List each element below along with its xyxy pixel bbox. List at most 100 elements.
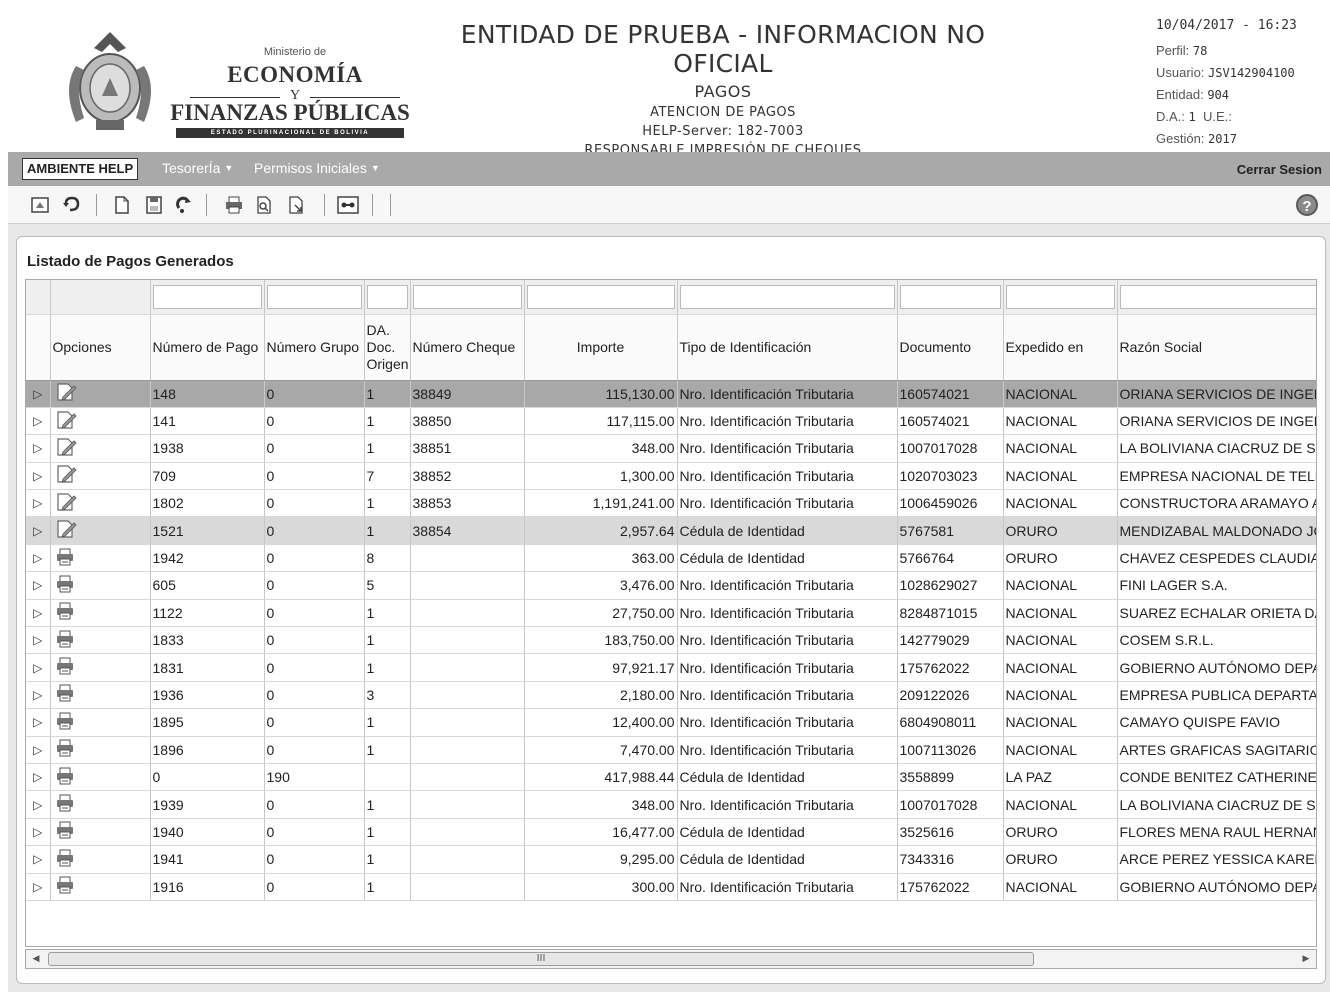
column-header-numero-grupo[interactable]: Número Grupo [264,314,365,381]
table-row[interactable]: ▷ 148 0 1 38849 115,130.00 Nro. Identificación… [26,380,1316,408]
column-header-documento[interactable]: Documento [897,314,1004,381]
print-icon[interactable] [50,736,151,764]
column-header-expedido-en[interactable]: Expedido en [1003,314,1118,381]
table-row[interactable]: ▷ 605 0 5 3,476.00 Nro. Identificación Tribut… [26,571,1316,600]
edit-icon[interactable] [50,407,151,436]
new-document-icon[interactable] [110,193,134,217]
scroll-right-icon[interactable]: ▶ [1296,950,1316,968]
cell-numero-grupo: 0 [264,599,365,628]
row-expand-icon[interactable]: ▷ [26,599,51,628]
row-expand-icon[interactable]: ▷ [26,516,51,545]
row-expand-icon[interactable]: ▷ [26,380,51,408]
table-row[interactable]: ▷ 1802 0 1 38853 1,191,241.00 Nro. Identificac… [26,489,1316,518]
row-expand-icon[interactable]: ▷ [26,544,51,573]
row-expand-icon[interactable]: ▷ [26,407,51,436]
table-row[interactable]: ▷ 1521 0 1 38854 2,957.64 Cédula de Identidad 5… [26,516,1316,545]
edit-icon[interactable] [50,380,151,408]
table-row[interactable]: ▷ 1942 0 8 363.00 Cédula de Identidad 5766764 O… [26,544,1316,573]
scroll-left-icon[interactable]: ◀ [26,950,46,968]
table-row[interactable]: ▷ 1896 0 1 7,470.00 Nro. Identificación Tribu… [26,736,1316,764]
row-expand-icon[interactable]: ▷ [26,626,51,655]
row-expand-icon[interactable]: ▷ [26,873,51,901]
logout-link[interactable]: Cerrar Sesion [1237,162,1322,177]
print-icon[interactable] [50,599,151,628]
table-row[interactable]: ▷ 1941 0 1 9,295.00 Cédula de Identidad 734331… [26,845,1316,874]
row-expand-icon[interactable]: ▷ [26,818,51,847]
horizontal-scrollbar[interactable]: ◀ III ▶ [25,949,1317,969]
edit-icon[interactable] [50,434,151,463]
table-row[interactable]: ▷ 1831 0 1 97,921.17 Nro. Identificación Trib… [26,653,1316,682]
undo-icon[interactable] [60,193,84,217]
filter-numero-grupo-input[interactable] [266,284,362,309]
row-expand-icon[interactable]: ▷ [26,790,51,819]
row-expand-icon[interactable]: ▷ [26,681,51,710]
perfil-label: Perfil: [1156,43,1190,58]
print-icon[interactable] [50,845,151,874]
column-header-tipo-identificacion[interactable]: Tipo de Identificación [677,314,898,381]
row-expand-icon[interactable]: ▷ [26,489,51,518]
print-icon[interactable] [50,818,151,847]
filter-numero-cheque-input[interactable] [412,284,522,309]
print-icon[interactable] [50,763,151,792]
cell-expedido-en: NACIONAL [1003,626,1118,655]
print-icon[interactable] [222,193,246,217]
print-icon[interactable] [50,626,151,655]
row-expand-icon[interactable]: ▷ [26,708,51,737]
filter-expedido-en-input[interactable] [1005,284,1115,309]
column-header-importe[interactable]: Importe [524,314,678,381]
save-icon[interactable] [142,193,166,217]
edit-icon[interactable] [50,462,151,491]
print-icon[interactable] [50,544,151,573]
print-icon[interactable] [50,571,151,600]
filter-documento-input[interactable] [899,284,1001,309]
print-icon[interactable] [50,790,151,819]
find-icon[interactable] [336,193,360,217]
scrollbar-thumb[interactable]: III [48,952,1034,966]
column-header-numero-cheque[interactable]: Número Cheque [410,314,525,381]
refresh-icon[interactable] [172,193,196,217]
home-icon[interactable] [28,193,52,217]
export-icon[interactable] [284,193,308,217]
row-expand-icon[interactable]: ▷ [26,571,51,600]
row-expand-icon[interactable]: ▷ [26,736,51,764]
column-header-opciones[interactable]: Opciones [50,314,151,381]
table-row[interactable]: ▷ 1916 0 1 300.00 Nro. Identificación Tributa… [26,873,1316,901]
table-row[interactable]: ▷ 1940 0 1 16,477.00 Cédula de Identidad 35256… [26,818,1316,847]
print-icon[interactable] [50,653,151,682]
table-row[interactable]: ▷ 1936 0 3 2,180.00 Nro. Identificación Tribu… [26,681,1316,710]
table-row[interactable]: ▷ 1122 0 1 27,750.00 Nro. Identificación Trib… [26,599,1316,628]
edit-icon[interactable] [50,489,151,518]
table-row[interactable]: ▷ 1939 0 1 348.00 Nro. Identificación Tributa… [26,790,1316,819]
cell-tipo-identificacion: Nro. Identificación Tributaria [677,489,898,518]
cell-da-doc-origen: 1 [364,489,411,518]
row-expand-icon[interactable]: ▷ [26,845,51,874]
menu-tesoreria[interactable]: TesorerÍa ▼ [162,160,233,176]
print-icon[interactable] [50,708,151,737]
table-row[interactable]: ▷ 709 0 7 38852 1,300.00 Nro. Identificación T… [26,462,1316,491]
edit-icon[interactable] [50,516,151,545]
cell-importe: 117,115.00 [524,407,678,436]
filter-tipo-identificacion-input[interactable] [679,284,895,309]
filter-razon-social-input[interactable] [1119,284,1316,309]
table-row[interactable]: ▷ 1938 0 1 38851 348.00 Nro. Identificación Tr… [26,434,1316,463]
menu-permisos-iniciales[interactable]: Permisos Iniciales ▼ [254,160,380,176]
print-icon[interactable] [50,681,151,710]
filter-importe-input[interactable] [526,284,675,309]
filter-da-doc-origen-input[interactable] [366,284,408,309]
row-expand-icon[interactable]: ▷ [26,434,51,463]
row-expand-icon[interactable]: ▷ [26,653,51,682]
table-row[interactable]: ▷ 1833 0 1 183,750.00 Nro. Identificación Tri… [26,626,1316,655]
table-row[interactable]: ▷ 141 0 1 38850 117,115.00 Nro. Identificación… [26,407,1316,436]
column-header-razon-social[interactable]: Razón Social [1117,314,1316,381]
help-icon[interactable]: ? [1296,194,1318,216]
row-expand-icon[interactable]: ▷ [26,763,51,792]
table-row[interactable]: ▷ 0 190 417,988.44 Cédula de Identidad 355889… [26,763,1316,792]
row-expand-icon[interactable]: ▷ [26,462,51,491]
filter-numero-pago-input[interactable] [152,284,262,309]
menu-tesoreria-label: TesorerÍa [162,160,221,176]
column-header-numero-pago[interactable]: Número de Pago [150,314,265,381]
print-icon[interactable] [50,873,151,901]
column-header-da-doc-origen[interactable]: DA. Doc. Origen [364,314,411,381]
print-preview-icon[interactable] [252,193,276,217]
table-row[interactable]: ▷ 1895 0 1 12,400.00 Nro. Identificación Trib… [26,708,1316,737]
